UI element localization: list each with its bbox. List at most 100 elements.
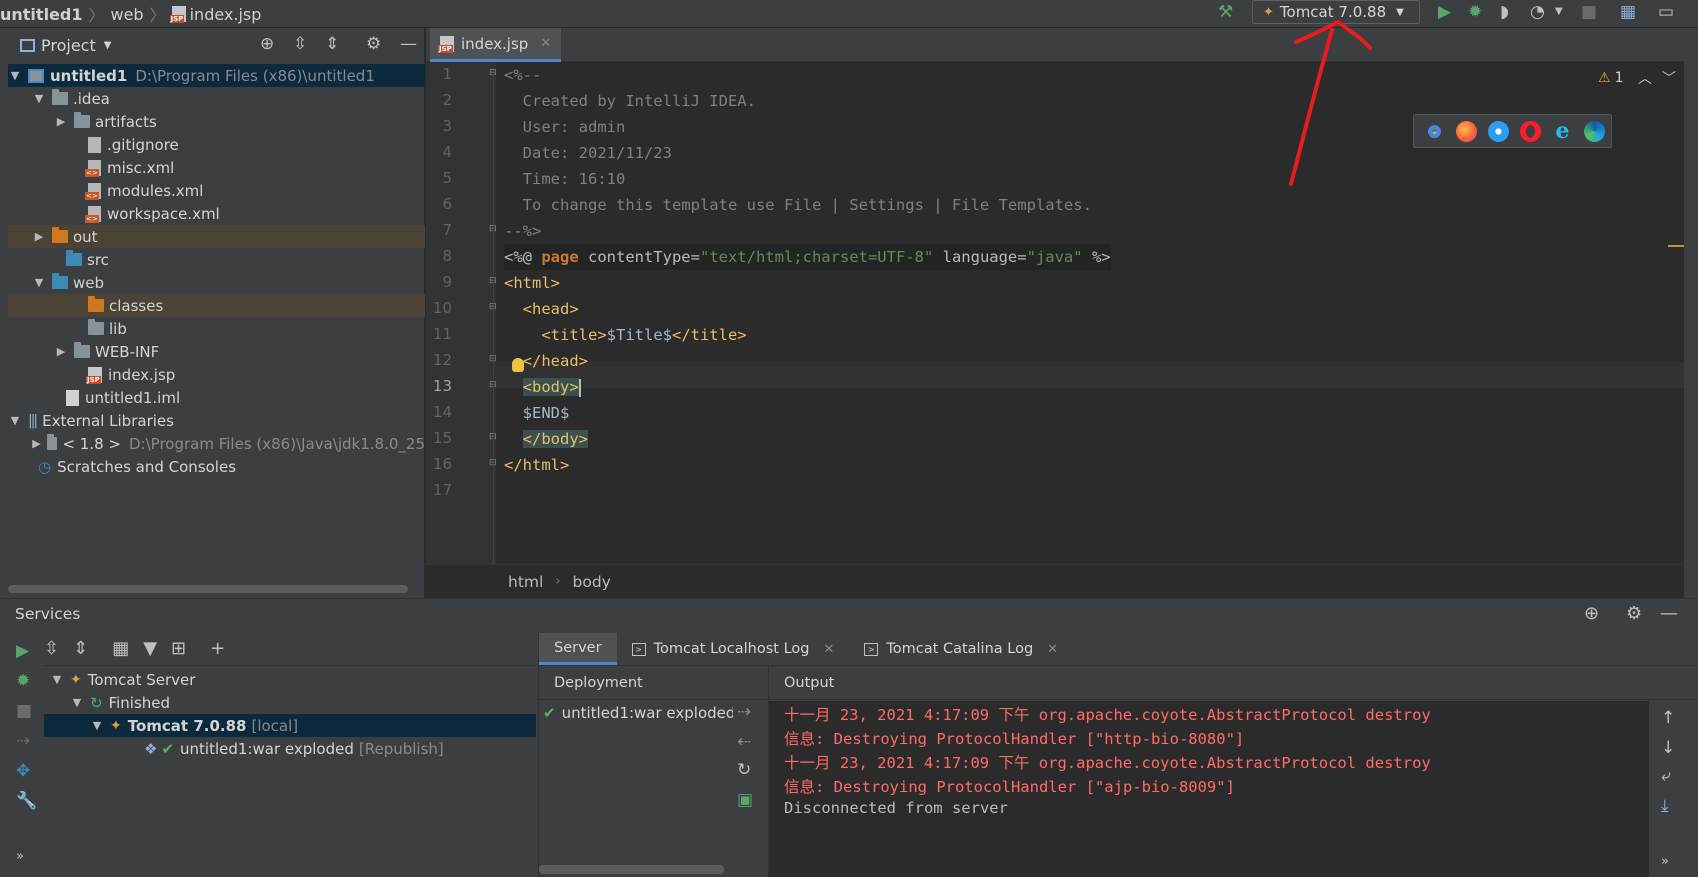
close-icon[interactable]: ✕ (824, 642, 835, 657)
breadcrumb-folder[interactable]: web (111, 5, 144, 24)
gear-icon[interactable]: ⚙ (1626, 603, 1642, 624)
arrow-down-icon[interactable]: ↓ (1661, 738, 1675, 758)
tree-item-out[interactable]: ▶ out (8, 225, 425, 248)
soft-wrap-icon[interactable]: ⤶ (1661, 766, 1671, 786)
tree-item-web[interactable]: ▼ web (8, 271, 425, 294)
stop-icon[interactable]: ■ (1581, 2, 1597, 22)
chevron-up-icon[interactable]: ︿ (1638, 71, 1662, 87)
minimize-icon[interactable]: — (400, 34, 417, 54)
gear-icon[interactable]: ⚙ (366, 34, 381, 54)
tab-tomcat-catalina-log[interactable]: > Tomcat Catalina Log ✕ (849, 633, 1073, 665)
more-icon[interactable]: » (16, 849, 24, 864)
tree-item-finished[interactable]: ▼ ↻ Finished (44, 691, 536, 714)
intention-bulb-icon[interactable] (512, 358, 524, 372)
collapse-all-icon[interactable]: ⇕ (325, 34, 339, 54)
more-run-options-icon[interactable]: ▼ (1555, 2, 1563, 22)
chevron-down-icon[interactable]: ▼ (8, 414, 22, 427)
chevron-right-icon[interactable]: ▶ (32, 437, 41, 450)
chevron-down-icon[interactable]: ▼ (32, 276, 46, 289)
locate-file-icon[interactable]: ⊕ (260, 34, 274, 54)
edge-icon[interactable] (1584, 120, 1605, 142)
tree-item-web-inf[interactable]: ▶ WEB-INF (8, 340, 425, 363)
tree-item-artifacts[interactable]: ▶ artifacts (8, 110, 425, 133)
tree-item-untitled1-iml[interactable]: untitled1.iml (8, 386, 425, 409)
breadcrumb-file[interactable]: index.jsp (190, 5, 262, 24)
coverage-icon[interactable]: ◗ (1500, 2, 1509, 22)
scroll-to-end-icon[interactable]: ⤓ (1661, 796, 1669, 816)
run-configuration-selector[interactable]: ✦ Tomcat 7.0.88 ▼ (1252, 0, 1420, 24)
deploy-icon[interactable]: ⇢ (737, 702, 751, 722)
filter-icon[interactable]: ▼ (143, 638, 157, 659)
tree-item-artifact[interactable]: ❖ ✔ untitled1:war exploded [Republish] (44, 737, 536, 760)
chevron-right-icon[interactable]: ▶ (54, 115, 68, 128)
tree-item-gitignore[interactable]: .gitignore (8, 133, 425, 156)
tree-item-classes[interactable]: classes (8, 294, 425, 317)
run-icon[interactable]: ▶ (16, 641, 29, 661)
project-structure-icon[interactable]: ▦ (1620, 2, 1636, 22)
output-console[interactable]: 十一月 23, 2021 4:17:09 下午 org.apache.coyot… (769, 701, 1649, 877)
group-by-icon[interactable]: ▦ (112, 638, 129, 659)
tree-item-workspace-xml[interactable]: workspace.xml (8, 202, 425, 225)
chevron-down-icon[interactable]: ▼ (90, 719, 104, 732)
tab-server[interactable]: Server (539, 633, 617, 665)
tree-item-misc-xml[interactable]: misc.xml (8, 156, 425, 179)
add-service-icon[interactable]: + (210, 638, 225, 659)
chevron-down-icon[interactable]: ▼ (70, 696, 84, 709)
chevron-down-icon[interactable]: ▼ (50, 673, 64, 686)
more-icon[interactable]: » (1661, 854, 1669, 869)
project-view-selector[interactable]: Project (41, 36, 96, 55)
database-tool-strip[interactable] (1684, 28, 1698, 598)
tree-item-index-jsp[interactable]: index.jsp (8, 363, 425, 386)
tree-item-tomcat-server[interactable]: ▼ ✦ Tomcat Server (44, 668, 536, 691)
deployment-item[interactable]: ✔ untitled1:war exploded (539, 704, 733, 722)
chevron-down-icon[interactable]: ﹀ (1662, 71, 1686, 87)
chevron-right-icon[interactable]: ▶ (54, 345, 68, 358)
debug-icon[interactable]: ✹ (1468, 2, 1482, 22)
stop-icon[interactable]: ■ (16, 701, 32, 721)
build-hammer-icon[interactable]: ⚒ (1218, 2, 1233, 22)
project-horizontal-scrollbar[interactable] (8, 585, 408, 593)
tab-index-jsp[interactable]: index.jsp ✕ (430, 28, 562, 62)
tree-item-external-libraries[interactable]: ▼ ||| External Libraries (8, 409, 425, 432)
run-icon[interactable]: ▶ (1438, 2, 1451, 22)
internet-explorer-icon[interactable]: e (1552, 120, 1573, 142)
close-icon[interactable]: ✕ (1047, 642, 1058, 657)
tree-item-lib[interactable]: lib (8, 317, 425, 340)
new-tab-icon[interactable]: ⊞ (171, 638, 186, 659)
tree-item-untitled1[interactable]: ▼ untitled1 D:\Program Files (x86)\untit… (8, 64, 425, 87)
debug-icon[interactable]: ✹ (16, 671, 30, 691)
expand-all-icon[interactable]: ⇳ (293, 34, 307, 54)
undeploy-icon[interactable]: ⇠ (737, 732, 751, 752)
breadcrumb-html[interactable]: html (508, 573, 543, 591)
tree-item-modules-xml[interactable]: modules.xml (8, 179, 425, 202)
terminal-window-icon[interactable]: ▭ (1658, 2, 1674, 22)
refresh-icon[interactable]: ↻ (737, 760, 751, 780)
wrench-icon[interactable]: 🔧 (16, 791, 37, 811)
close-icon[interactable]: ✕ (540, 36, 551, 51)
inspection-widget[interactable]: ⚠ 1 (1598, 70, 1623, 86)
locate-icon[interactable]: ⊕ (1584, 603, 1599, 624)
profile-icon[interactable]: ◔ (1530, 2, 1545, 22)
expand-all-icon[interactable]: ⇳ (44, 638, 59, 659)
chrome-icon[interactable] (1424, 120, 1445, 142)
tree-item-tomcat-instance[interactable]: ▼ ✦ Tomcat 7.0.88 [local] (44, 714, 536, 737)
tree-item-jdk[interactable]: ▶ < 1.8 > D:\Program Files (x86)\Java\jd… (8, 432, 425, 455)
deploy-icon[interactable]: ⇢ (16, 731, 30, 751)
minimize-icon[interactable]: — (1660, 603, 1678, 624)
collapse-all-icon[interactable]: ⇕ (73, 638, 88, 659)
deploy-all-icon[interactable]: ▣ (737, 790, 753, 810)
breadcrumb-project[interactable]: untitled1 (0, 5, 82, 24)
firefox-icon[interactable] (1456, 120, 1477, 142)
chevron-down-icon[interactable]: ▼ (104, 40, 112, 51)
update-icon[interactable]: ✥ (16, 761, 30, 781)
chevron-down-icon[interactable]: ▼ (8, 69, 22, 82)
chevron-down-icon[interactable]: ▼ (32, 92, 46, 105)
arrow-up-icon[interactable]: ↑ (1661, 708, 1675, 728)
tree-item-idea[interactable]: ▼ .idea (8, 87, 425, 110)
tab-tomcat-localhost-log[interactable]: > Tomcat Localhost Log ✕ (617, 633, 850, 665)
tree-item-src[interactable]: src (8, 248, 425, 271)
tree-item-scratches[interactable]: ◷ Scratches and Consoles (8, 455, 425, 478)
breadcrumb-body[interactable]: body (573, 573, 611, 591)
chevron-right-icon[interactable]: ▶ (32, 230, 46, 243)
error-stripe-mark[interactable] (1668, 245, 1684, 247)
